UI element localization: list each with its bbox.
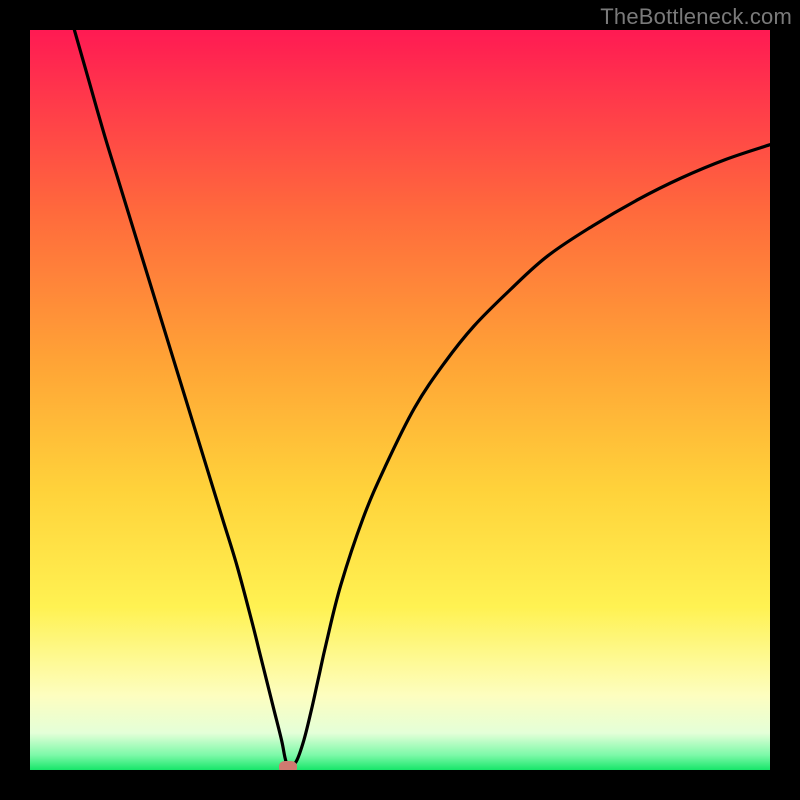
optimum-marker (279, 761, 297, 770)
chart-frame: TheBottleneck.com (0, 0, 800, 800)
curve-svg (30, 30, 770, 770)
watermark-text: TheBottleneck.com (600, 4, 792, 30)
bottleneck-curve (74, 30, 770, 768)
plot-area (30, 30, 770, 770)
